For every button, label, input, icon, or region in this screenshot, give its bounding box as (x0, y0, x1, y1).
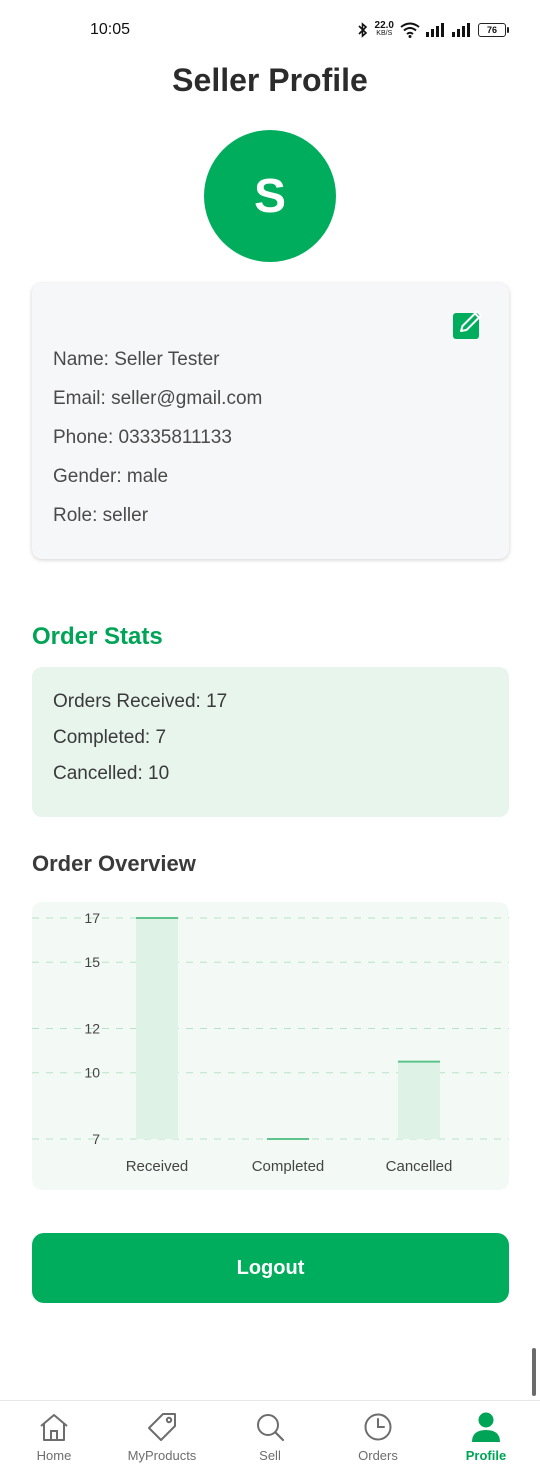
profile-card: Name: Seller Tester Email: seller@gmail.… (32, 283, 509, 559)
bottom-nav: Home MyProducts Sell Orders Profile (0, 1400, 540, 1479)
y-tick-label: 17 (84, 910, 100, 926)
person-icon (472, 1412, 500, 1442)
signal-icon (452, 23, 470, 37)
profile-role: Role: seller (53, 505, 149, 526)
order-overview-chart: 17 15 12 10 7 Received Completed Cancelled (32, 902, 509, 1190)
avatar: S (204, 130, 336, 262)
order-stats-title: Order Stats (32, 623, 163, 650)
profile-email: Email: seller@gmail.com (53, 388, 263, 409)
x-tick-label: Completed (252, 1158, 325, 1175)
bar-top-completed (267, 1138, 309, 1140)
nav-label-myproducts: MyProducts (127, 1448, 197, 1463)
nav-item-profile[interactable]: Profile (432, 1401, 540, 1479)
status-time: 10:05 (90, 21, 131, 38)
nav-label-profile: Profile (465, 1448, 507, 1463)
y-tick-label: 7 (92, 1131, 100, 1147)
bar-received (136, 918, 178, 1139)
status-icons: 22.0 KB/S 76 (357, 20, 509, 38)
nav-label-home: Home (36, 1448, 72, 1463)
tag-icon (148, 1413, 176, 1441)
clock-icon (364, 1413, 392, 1441)
home-icon (40, 1414, 68, 1441)
nav-label-orders: Orders (358, 1448, 398, 1463)
profile-name: Name: Seller Tester (53, 349, 220, 370)
bar-top-received (136, 917, 178, 919)
search-icon (257, 1414, 285, 1442)
page-title: Seller Profile (172, 62, 368, 98)
nav-label-sell: Sell (259, 1448, 281, 1463)
edit-square-icon (453, 310, 482, 339)
profile-phone: Phone: 03335811133 (53, 427, 232, 448)
battery-indicator: 76 (478, 23, 509, 37)
stat-cancelled: Cancelled: 10 (53, 763, 170, 784)
wifi-icon (400, 22, 420, 38)
y-tick-label: 15 (84, 954, 100, 970)
nav-item-sell[interactable]: Sell (216, 1401, 324, 1479)
y-tick-label: 10 (84, 1065, 100, 1081)
stat-completed: Completed: 7 (53, 727, 167, 748)
stat-orders-received: Orders Received: 17 (53, 691, 228, 712)
x-tick-label: Cancelled (386, 1158, 453, 1175)
x-tick-label: Received (126, 1158, 189, 1175)
order-overview-title: Order Overview (32, 851, 196, 876)
signal-icon (426, 23, 444, 37)
profile-details: Name: Seller Tester Email: seller@gmail.… (53, 345, 262, 540)
bar-cancelled (398, 1061, 440, 1139)
logout-button[interactable]: Logout (32, 1233, 509, 1303)
bar-top-cancelled (398, 1060, 440, 1063)
nav-item-orders[interactable]: Orders (324, 1401, 432, 1479)
edit-profile-button[interactable] (451, 309, 485, 341)
y-tick-label: 12 (84, 1021, 100, 1037)
status-bar: 10:05 22.0 KB/S 76 (0, 0, 540, 60)
bar-chart: 17 15 12 10 7 Received Completed Cancelled (32, 910, 509, 1175)
network-speed: 22.0 KB/S (374, 20, 394, 38)
nav-item-home[interactable]: Home (0, 1401, 108, 1479)
scrollbar[interactable] (532, 1348, 536, 1396)
order-stats-card: Orders Received: 17 Completed: 7 Cancell… (32, 667, 509, 817)
nav-item-myproducts[interactable]: MyProducts (108, 1401, 216, 1479)
profile-gender: Gender: male (53, 466, 169, 487)
bluetooth-icon (357, 22, 367, 38)
